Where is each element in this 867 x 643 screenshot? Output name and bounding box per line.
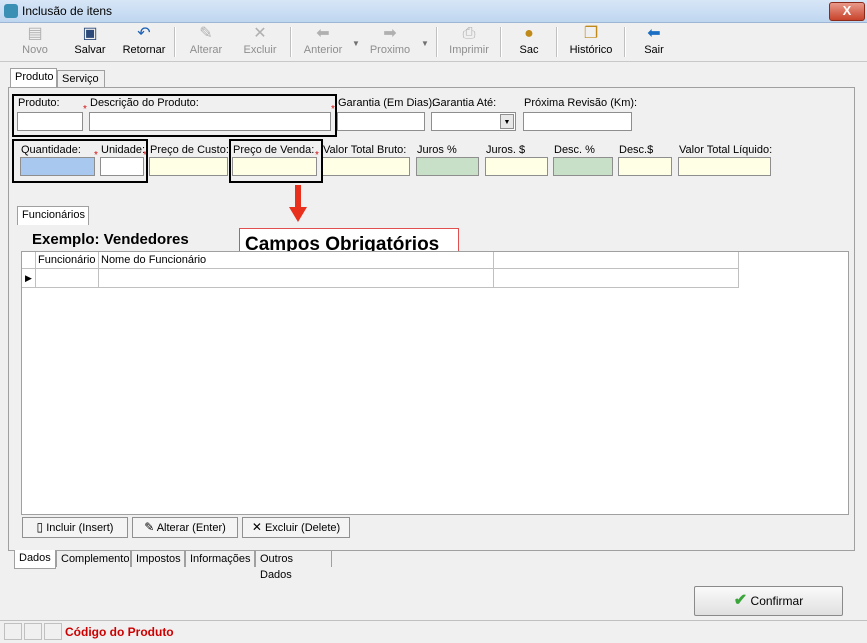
exit-arrow-icon: ⬅ — [647, 25, 661, 42]
save-button[interactable]: ▣ Salvar — [68, 25, 112, 59]
proxima-revisao-input[interactable] — [523, 112, 632, 131]
chevron-down-icon[interactable]: ▼ — [352, 39, 360, 48]
status-panel — [24, 623, 42, 640]
column-header-nome[interactable]: Nome do Funcionário — [99, 252, 494, 269]
juros-val-input[interactable] — [485, 157, 548, 176]
column-header-funcionario[interactable]: Funcionário — [36, 252, 99, 269]
garantia-ate-label: Garantia Até: — [432, 97, 497, 109]
edit-button[interactable]: ✎ Alterar — [186, 25, 226, 59]
juros-pct-input[interactable] — [416, 157, 479, 176]
history-button[interactable]: ❐ Histórico — [566, 25, 616, 59]
confirm-button[interactable]: ✔ Confirmar — [694, 586, 843, 616]
tab-outros-dados[interactable]: Outros Dados — [255, 550, 332, 581]
app-icon — [4, 4, 18, 18]
title-bar: Inclusão de itens X — [0, 0, 867, 23]
garantia-ate-select[interactable]: ▼ — [431, 112, 516, 131]
print-button[interactable]: ⎙ Imprimir — [448, 25, 490, 59]
folder-open-icon: ❐ — [583, 25, 599, 42]
red-arrow-icon — [289, 185, 307, 222]
column-header-empty — [494, 252, 739, 269]
valor-total-bruto-label: Valor Total Bruto: — [323, 144, 407, 156]
desc-pct-input[interactable] — [553, 157, 613, 176]
table-row[interactable] — [494, 269, 739, 288]
previous-button[interactable]: ⬅ Anterior — [302, 25, 344, 59]
toolbar-separator — [290, 27, 292, 57]
preco-custo-input[interactable] — [149, 157, 228, 176]
table-row[interactable] — [99, 269, 494, 288]
desc-val-input[interactable] — [618, 157, 672, 176]
toolbar-separator — [174, 27, 176, 57]
delete-icon: ✕ — [253, 25, 267, 42]
arrow-right-icon: ➡ — [383, 25, 397, 42]
new-doc-icon: ▯ — [36, 520, 44, 534]
window-title: Inclusão de itens — [22, 4, 113, 18]
checkmark-icon: ✔ — [733, 592, 748, 609]
toolbar-separator — [556, 27, 558, 57]
annotation-box-quantidade — [12, 139, 148, 183]
toolbar: ▤ Novo ▣ Salvar ↶ Retornar ✎ Alterar ✕ Exclui… — [0, 23, 867, 62]
annotation-box-produto — [12, 94, 337, 137]
delete-icon: ✕ — [251, 520, 262, 534]
chevron-down-icon[interactable]: ▼ — [421, 39, 429, 48]
valor-total-liquido-input[interactable] — [678, 157, 771, 176]
valor-total-liquido-label: Valor Total Líquido: — [679, 144, 773, 156]
tab-impostos[interactable]: Impostos — [131, 550, 185, 567]
floppy-icon: ▣ — [82, 25, 98, 42]
tab-dados[interactable]: Dados — [14, 550, 56, 569]
chevron-down-icon[interactable]: ▼ — [500, 114, 514, 129]
status-bar: Código do Produto — [0, 620, 867, 643]
new-doc-icon: ▤ — [27, 25, 43, 42]
next-button[interactable]: ➡ Proximo — [368, 25, 412, 59]
insert-button[interactable]: ▯ Incluir (Insert) — [22, 517, 128, 538]
edit-icon: ✎ — [144, 520, 155, 534]
juros-pct-label: Juros % — [417, 144, 457, 156]
toolbar-separator — [500, 27, 502, 57]
delete-button[interactable]: ✕ Excluir — [240, 25, 280, 59]
arrow-left-icon: ⬅ — [316, 25, 330, 42]
preco-custo-label: Preço de Custo: — [150, 144, 229, 156]
return-button[interactable]: ↶ Retornar — [120, 25, 168, 59]
edit-icon: ✎ — [199, 25, 213, 42]
tab-informacoes[interactable]: Informações — [185, 550, 255, 567]
toolbar-separator — [624, 27, 626, 57]
proxima-revisao-label: Próxima Revisão (Km): — [524, 97, 638, 109]
desc-pct-label: Desc. % — [554, 144, 595, 156]
delete-grid-button[interactable]: ✕ Excluir (Delete) — [242, 517, 350, 538]
annotation-box-preco-venda — [229, 139, 323, 183]
juros-val-label: Juros. $ — [486, 144, 526, 156]
employees-grid[interactable]: Funcionário Nome do Funcionário ▶ — [21, 251, 849, 515]
tab-funcionarios[interactable]: Funcionários — [17, 206, 89, 225]
new-button[interactable]: ▤ Novo — [14, 25, 56, 59]
exit-button[interactable]: ⬅ Sair — [638, 25, 670, 59]
table-row[interactable] — [36, 269, 99, 288]
status-text: Código do Produto — [65, 625, 174, 639]
valor-total-bruto-input[interactable] — [322, 157, 410, 176]
printer-icon: ⎙ — [462, 25, 476, 42]
tab-complemento[interactable]: Complemento — [56, 550, 131, 567]
tab-servico[interactable]: Serviço — [57, 70, 105, 87]
tab-produto[interactable]: Produto — [10, 68, 57, 87]
row-indicator-icon: ▶ — [22, 269, 36, 288]
desc-val-label: Desc.$ — [619, 144, 654, 156]
user-icon: ● — [524, 25, 534, 42]
garantia-dias-label: Garantia (Em Dias): — [338, 97, 436, 109]
status-panel — [44, 623, 62, 640]
example-title: Exemplo: Vendedores — [32, 231, 189, 248]
sac-button[interactable]: ● Sac — [512, 25, 546, 59]
undo-icon: ↶ — [137, 25, 151, 42]
toolbar-separator — [436, 27, 438, 57]
close-button[interactable]: X — [829, 2, 865, 21]
edit-grid-button[interactable]: ✎ Alterar (Enter) — [132, 517, 238, 538]
status-panel — [4, 623, 22, 640]
garantia-dias-input[interactable] — [337, 112, 425, 131]
grid-corner — [22, 252, 36, 269]
